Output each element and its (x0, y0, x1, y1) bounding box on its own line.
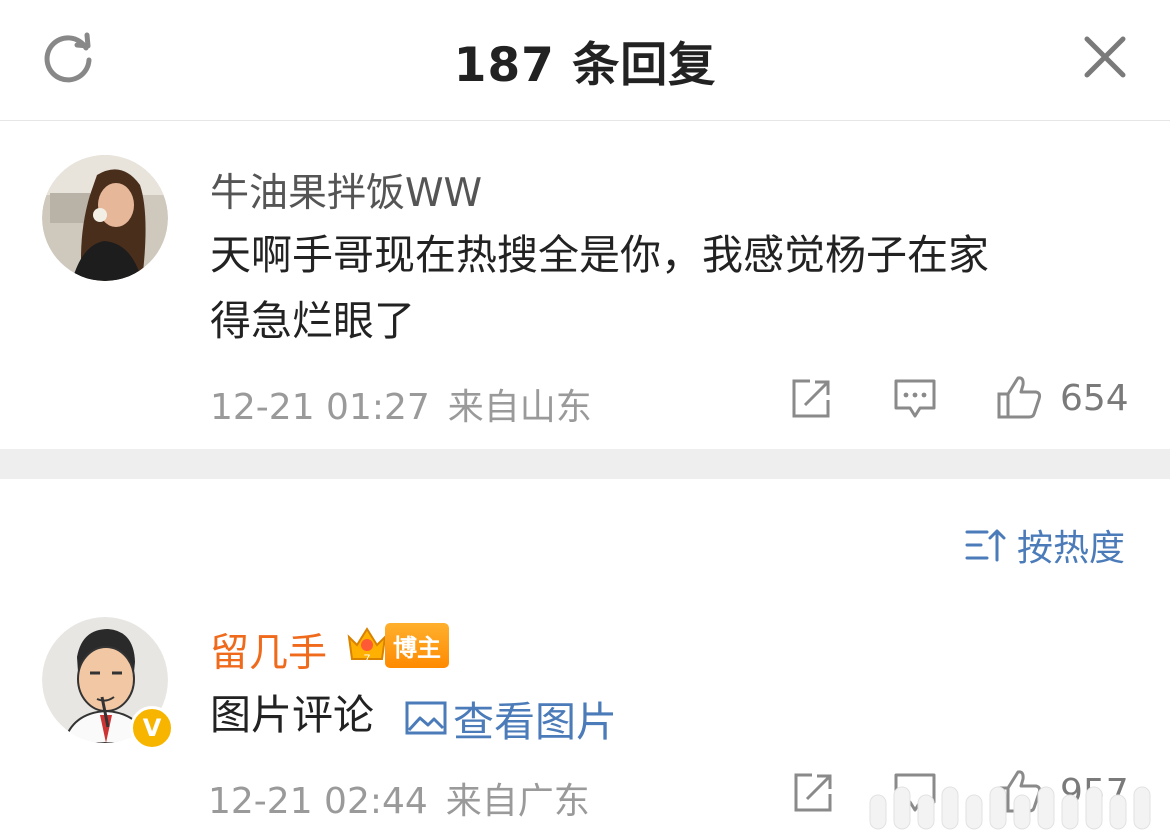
reply-panel-header: 187 条回复 (0, 0, 1170, 121)
view-image-link[interactable]: 查看图片 (405, 688, 617, 748)
view-image-label: 查看图片 (453, 698, 617, 746)
comment-icon[interactable] (893, 378, 937, 420)
sort-label: 按热度 (1017, 528, 1126, 569)
like-count: 654 (1060, 378, 1129, 419)
repost-icon[interactable] (792, 772, 834, 814)
like-icon[interactable] (995, 374, 1043, 420)
verified-badge: V (130, 706, 174, 750)
image-icon (405, 701, 447, 735)
comment-timestamp: 12-21 01:27 (210, 387, 430, 428)
comment-text-line-2: 得急烂眼了 (210, 297, 415, 345)
reply-text: 图片评论 (210, 691, 374, 739)
crown-icon: 7 (347, 627, 387, 666)
section-divider (0, 449, 1170, 479)
badge-level: 7 (364, 652, 371, 666)
page-title: 187 条回复 (453, 38, 717, 93)
reply-location: 来自广东 (445, 781, 590, 822)
watermark (869, 786, 1151, 830)
avatar[interactable] (42, 155, 168, 281)
sort-icon (965, 529, 1006, 562)
reply-username[interactable]: 留几手 (210, 622, 327, 678)
blogger-badge: 7 博主 (345, 622, 449, 668)
close-icon[interactable] (1080, 32, 1130, 82)
badge-label: 博主 (385, 622, 449, 668)
sort-by-hot-button[interactable]: 按热度 (965, 522, 1126, 569)
reply-timestamp: 12-21 02:44 (208, 781, 428, 822)
comment-location: 来自山东 (447, 387, 592, 428)
repost-icon[interactable] (790, 378, 832, 420)
comment-username[interactable]: 牛油果拌饭WW (210, 162, 482, 218)
comment-meta: 12-21 01:27 来自山东 (210, 378, 592, 430)
comment-text-line-1: 天啊手哥现在热搜全是你，我感觉杨子在家 (210, 231, 989, 279)
reply-meta: 12-21 02:44 来自广东 (208, 772, 590, 824)
